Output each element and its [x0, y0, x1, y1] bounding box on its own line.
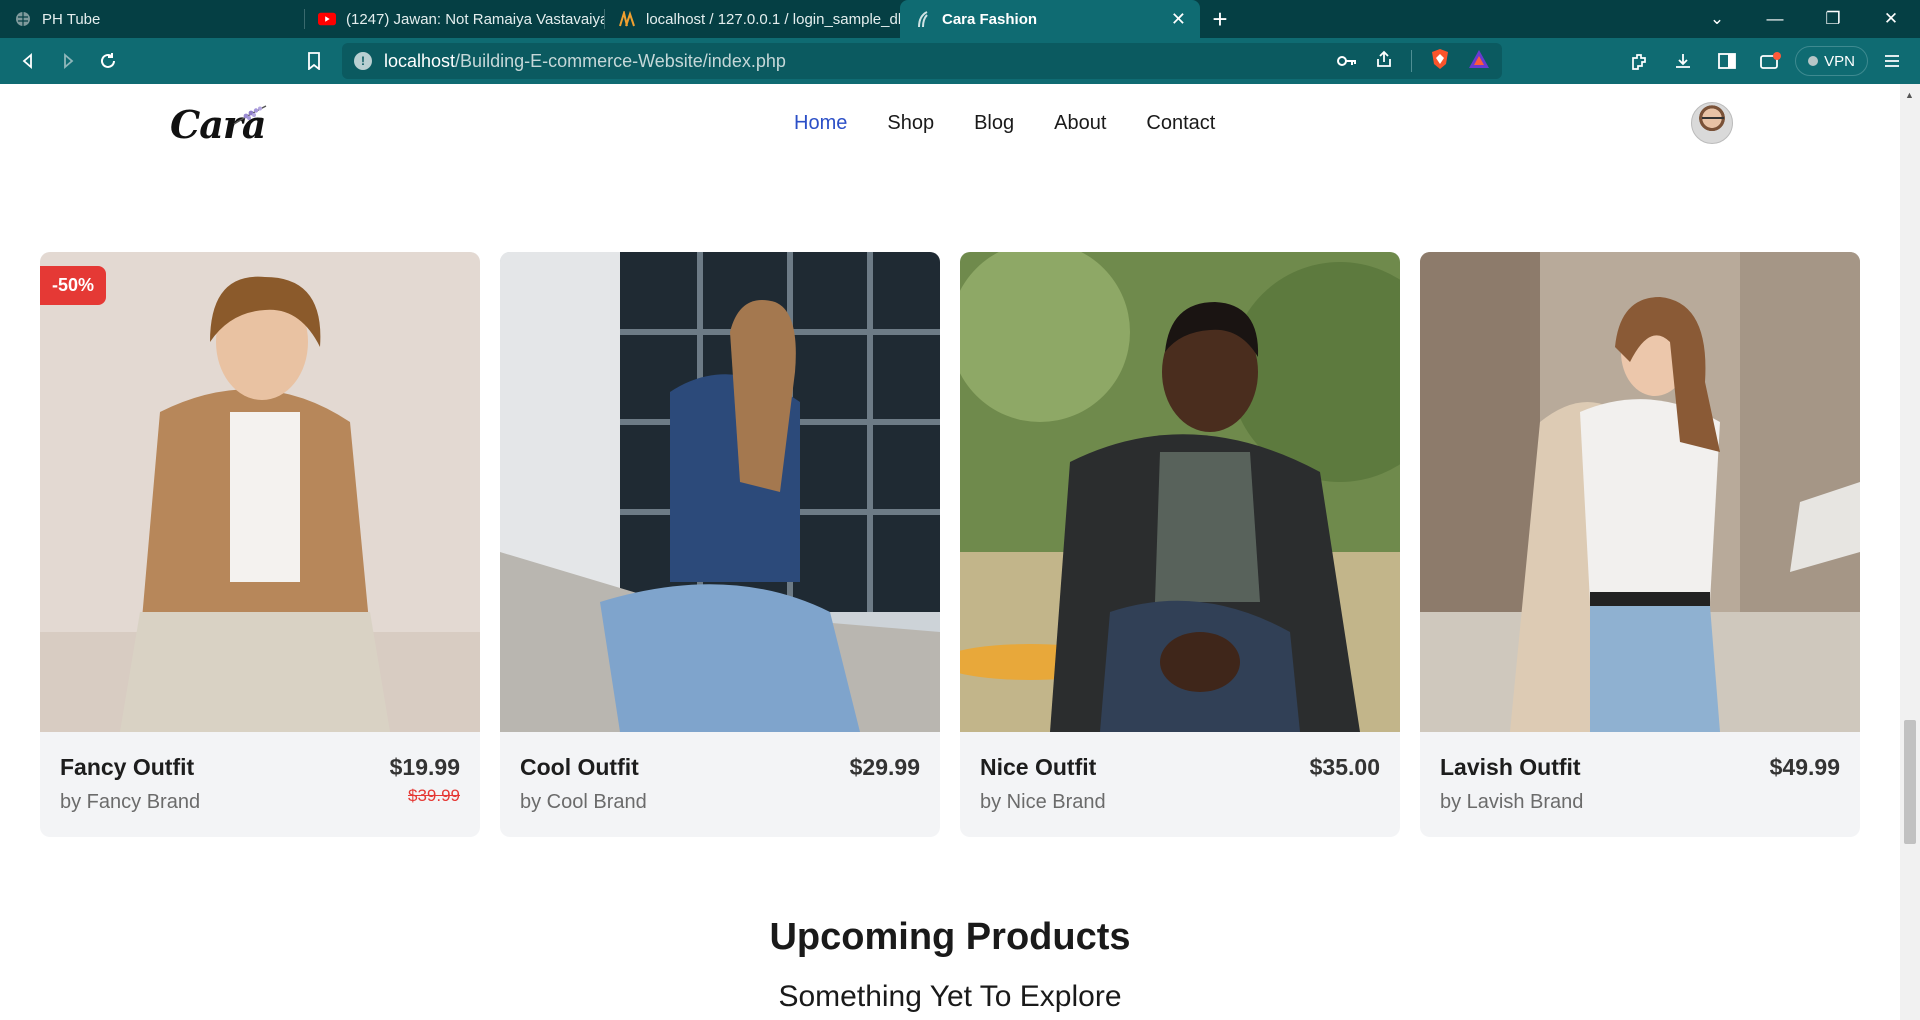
bookmark-icon[interactable] [294, 41, 334, 81]
nav-shop[interactable]: Shop [887, 112, 934, 135]
nav-contact[interactable]: Contact [1146, 112, 1215, 135]
site-info-icon[interactable]: ! [354, 52, 372, 70]
product-card[interactable]: -50% Fancy Outfit by Fancy Brand $19.99 … [40, 252, 480, 837]
youtube-icon [318, 10, 336, 28]
tab-phpmyadmin[interactable]: localhost / 127.0.0.1 / login_sample_db [604, 0, 900, 38]
globe-icon [14, 10, 32, 28]
product-card[interactable]: Lavish Outfit by Lavish Brand $49.99 [1420, 252, 1860, 837]
main-nav: Home Shop Blog About Contact [794, 112, 1215, 135]
vpn-button[interactable]: VPN [1795, 46, 1868, 76]
product-image[interactable]: -50% [40, 252, 480, 732]
nav-about[interactable]: About [1054, 112, 1106, 135]
product-image[interactable] [1420, 252, 1860, 732]
new-tab-button[interactable]: + [1200, 0, 1240, 38]
product-price: $49.99 [1769, 754, 1840, 780]
site-header: Cara Home Shop Blog About Contact [0, 84, 1900, 164]
browser-toolbar: ! localhost/Building-E-commerce-Website/… [0, 38, 1920, 84]
tab-search-icon[interactable]: ⌄ [1688, 9, 1746, 29]
product-brand: by Lavish Brand [1440, 791, 1584, 813]
restore-icon[interactable]: ❐ [1804, 9, 1862, 29]
window-controls: ⌄ — ❐ ✕ [1688, 0, 1920, 38]
user-avatar[interactable] [1691, 102, 1733, 144]
tab-title: localhost / 127.0.0.1 / login_sample_db [646, 10, 900, 28]
sidebar-icon[interactable] [1707, 41, 1747, 81]
product-brand: by Nice Brand [980, 791, 1106, 813]
avatar-glasses [1702, 117, 1724, 123]
close-window-icon[interactable]: ✕ [1862, 9, 1920, 29]
toolbar-right: VPN [1619, 38, 1920, 84]
product-price: $29.99 [849, 754, 920, 780]
product-brand: by Cool Brand [520, 791, 647, 813]
scroll-up-icon[interactable]: ▲ [1905, 90, 1914, 100]
vpn-status-icon [1808, 56, 1819, 66]
product-info: Cool Outfit by Cool Brand $29.99 [500, 732, 940, 837]
nav-home[interactable]: Home [794, 112, 847, 135]
product-info: Lavish Outfit by Lavish Brand $49.99 [1420, 732, 1860, 837]
cara-icon [914, 10, 932, 28]
download-icon[interactable] [1663, 41, 1703, 81]
upcoming-title: Upcoming Products [769, 916, 1131, 958]
product-old-price: $39.99 [408, 786, 460, 805]
minimize-icon[interactable]: — [1746, 9, 1804, 29]
lavender-sprig-icon [233, 105, 267, 125]
product-image[interactable] [500, 252, 940, 732]
product-brand: by Fancy Brand [60, 791, 201, 813]
back-icon[interactable] [8, 41, 48, 81]
upcoming-subtitle: Something Yet To Explore [778, 980, 1122, 1013]
nav-blog[interactable]: Blog [974, 112, 1014, 135]
product-info: Nice Outfit by Nice Brand $35.00 [960, 732, 1400, 837]
forward-icon[interactable] [48, 41, 88, 81]
tab-title: PH Tube [42, 10, 101, 28]
scrollbar-thumb[interactable] [1904, 720, 1916, 844]
brave-rewards-icon[interactable] [1468, 49, 1490, 74]
browser-tabbar: PH Tube (1247) Jawan: Not Ramaiya Vastav… [0, 0, 1920, 38]
discount-badge: -50% [40, 266, 107, 305]
web-page: Cara Home Shop Blog About Contact -50% F… [0, 84, 1900, 1020]
address-path: /Building-E-commerce-Website/index.php [455, 50, 786, 71]
product-price: $19.99 [389, 754, 460, 780]
close-tab-icon[interactable]: ✕ [1171, 9, 1186, 30]
phpmyadmin-icon [618, 10, 636, 28]
address-host: localhost [384, 50, 456, 71]
tab-ph-tube[interactable]: PH Tube [0, 0, 304, 38]
extensions-icon[interactable] [1619, 41, 1659, 81]
product-image[interactable] [960, 252, 1400, 732]
product-card[interactable]: Nice Outfit by Nice Brand $35.00 [960, 252, 1400, 837]
reload-icon[interactable] [88, 41, 128, 81]
product-grid: -50% Fancy Outfit by Fancy Brand $19.99 … [40, 252, 1860, 837]
key-icon[interactable] [1337, 51, 1357, 72]
menu-icon[interactable] [1872, 41, 1912, 81]
vpn-label: VPN [1824, 52, 1855, 70]
product-info: Fancy Outfit by Fancy Brand $19.99 $39.9… [40, 732, 480, 837]
tab-youtube[interactable]: (1247) Jawan: Not Ramaiya Vastavaiya [304, 0, 604, 38]
tab-title: (1247) Jawan: Not Ramaiya Vastavaiya [346, 10, 604, 28]
page-scrollbar[interactable]: ▲ [1900, 84, 1920, 1020]
tab-cara-fashion[interactable]: Cara Fashion ✕ [900, 0, 1200, 38]
wallet-icon[interactable] [1751, 41, 1791, 81]
product-card[interactable]: Cool Outfit by Cool Brand $29.99 [500, 252, 940, 837]
product-price: $35.00 [1309, 754, 1380, 780]
address-bar[interactable]: ! localhost/Building-E-commerce-Website/… [342, 43, 1502, 79]
tab-title: Cara Fashion [942, 10, 1038, 28]
brave-shields-icon[interactable] [1430, 48, 1450, 75]
share-icon[interactable] [1375, 50, 1393, 73]
